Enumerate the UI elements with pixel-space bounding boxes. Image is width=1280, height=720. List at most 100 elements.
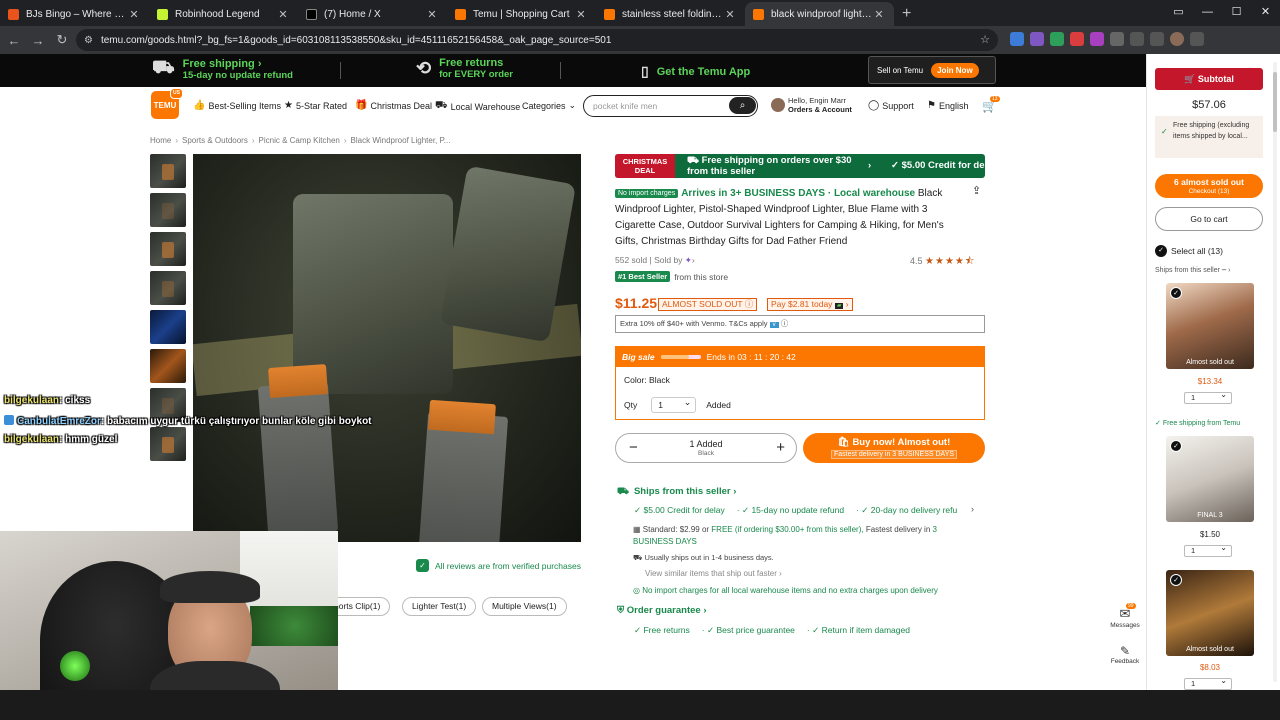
ships-from-seller-row[interactable]: Ships from this seller ━ › — [1155, 266, 1230, 274]
item-checkbox[interactable]: ✓ — [1170, 574, 1182, 586]
extension-icon[interactable] — [1110, 32, 1124, 46]
new-tab-icon[interactable]: + — [894, 2, 919, 26]
extension-icon[interactable] — [1090, 32, 1104, 46]
extension-icon[interactable] — [1070, 32, 1084, 46]
product-main-image[interactable] — [193, 154, 581, 542]
chat-username: bilgekulaan — [4, 434, 60, 445]
promo-free-returns[interactable]: ⟲ Free returns for EVERY order — [416, 57, 513, 80]
big-sale-header: Big sale Ends in 03 : 11 : 20 : 42 — [616, 347, 984, 367]
thumbnail-image[interactable] — [150, 232, 186, 266]
close-tab-icon[interactable]: ✕ — [872, 8, 886, 21]
review-filter-chip[interactable]: Lighter Test(1) — [402, 597, 477, 616]
forward-icon[interactable]: → — [26, 33, 50, 48]
back-icon[interactable]: ← — [2, 33, 26, 48]
search-button[interactable]: ⌕ — [729, 97, 756, 114]
thumbnail-image[interactable] — [150, 349, 186, 383]
close-tab-icon[interactable]: ✕ — [425, 8, 439, 21]
browser-tab-active[interactable]: black windproof lighter, pistol-✕ — [745, 2, 894, 26]
christmas-deal-banner[interactable]: CHRISTMAS DEAL ⛟ Free shipping on orders… — [615, 154, 985, 178]
nav-christmas-deal[interactable]: 🎁 Christmas Deal — [355, 100, 432, 111]
site-info-icon[interactable]: ⚙ — [84, 35, 93, 46]
messages-button[interactable]: ✉ 99 Messages — [1110, 603, 1140, 629]
extension-icon[interactable] — [1050, 32, 1064, 46]
chevron-right-icon[interactable]: › — [971, 504, 974, 514]
join-now-button[interactable]: Join Now — [931, 62, 979, 78]
thumbnail-image[interactable] — [150, 193, 186, 227]
almost-sold-out-badge: ALMOST SOLD OUT ⓘ — [658, 298, 758, 311]
sell-on-temu-banner[interactable]: Sell on Temu Join Now — [868, 56, 996, 84]
extension-icon[interactable] — [1010, 32, 1024, 46]
cart-item-qty-select[interactable]: 1 — [1184, 676, 1232, 690]
pay-today-badge[interactable]: Pay $2.81 today ▰ › — [767, 298, 853, 311]
close-tab-icon[interactable]: ✕ — [127, 8, 141, 21]
bookmark-star-icon[interactable]: ☆ — [980, 33, 990, 46]
close-window-icon[interactable]: ✕ — [1251, 0, 1280, 26]
cart-item-qty-select[interactable]: 1 — [1184, 390, 1232, 404]
increase-quantity-button[interactable]: + — [776, 439, 785, 456]
minimize-icon[interactable]: — — [1193, 0, 1222, 26]
checkout-button[interactable]: 6 almost sold out Checkout (13) — [1155, 174, 1263, 198]
ships-from-seller[interactable]: ⛟ Ships from this seller › — [617, 486, 736, 498]
orders-account-label: Orders & Account — [788, 105, 852, 114]
cart-item-image[interactable]: ✓ FINAL 3 — [1166, 436, 1254, 522]
extensions-puzzle-icon[interactable] — [1130, 32, 1144, 46]
browser-tab[interactable]: BJs Bingo – Where the Locals W✕ — [0, 2, 149, 26]
feedback-button[interactable]: ✎ Feedback — [1110, 644, 1140, 665]
go-to-cart-button[interactable]: Go to cart — [1155, 207, 1263, 231]
promo-free-shipping[interactable]: ⛟ Free shipping › 15-day no update refund — [152, 57, 293, 81]
breadcrumb-home[interactable]: Home — [150, 136, 171, 145]
item-checkbox[interactable]: ✓ — [1170, 287, 1182, 299]
venmo-offer[interactable]: Extra 10% off $40+ with Venmo. T&Cs appl… — [615, 315, 985, 333]
order-guarantee[interactable]: ⛨ Order guarantee › — [617, 605, 707, 616]
sidebar-scrollbar[interactable] — [1273, 62, 1277, 682]
item-checkbox[interactable]: ✓ — [1170, 440, 1182, 452]
maximize-icon[interactable]: ☐ — [1222, 0, 1251, 26]
address-bar[interactable]: ⚙ temu.com/goods.html?_bg_fs=1&goods_id=… — [76, 29, 998, 51]
cart-item-qty-select[interactable]: 1 — [1184, 543, 1232, 557]
close-tab-icon[interactable]: ✕ — [574, 8, 588, 21]
nav-categories[interactable]: Categories ⌄ — [522, 100, 576, 111]
browser-tab[interactable]: stainless steel folding wrap mu✕ — [596, 2, 745, 26]
cart-item-image[interactable]: ✓ Almost sold out — [1166, 283, 1254, 369]
thumbnail-image[interactable] — [150, 310, 186, 344]
breadcrumb-picnic[interactable]: Picnic & Camp Kitchen — [259, 136, 340, 145]
seller-logo-icon[interactable]: ✦ — [685, 255, 692, 265]
promo-get-app[interactable]: ▯ Get the Temu App — [641, 63, 750, 80]
info-icon[interactable]: ⓘ — [745, 299, 754, 309]
select-all-checkbox[interactable]: ✓ Select all (13) — [1155, 245, 1223, 257]
product-rating[interactable]: 4.5 ★★★★⯪ — [910, 254, 975, 271]
subtotal-button[interactable]: 🛒 Subtotal — [1155, 68, 1263, 90]
menu-icon[interactable] — [1190, 32, 1204, 46]
profile-icon[interactable]: ▭ — [1164, 0, 1193, 26]
profile-avatar-icon[interactable] — [1170, 32, 1184, 46]
temu-logo[interactable]: TEMU US — [151, 88, 183, 119]
cart-item-image[interactable]: ✓ Almost sold out — [1166, 570, 1254, 656]
search-input[interactable]: pocket knife men ⌕ — [583, 95, 758, 117]
share-icon[interactable]: ⇪ — [972, 184, 981, 197]
info-icon[interactable]: ⓘ — [781, 319, 789, 328]
nav-five-star[interactable]: ★ 5-Star Rated — [284, 100, 347, 111]
buy-now-button[interactable]: 🛍 Buy now! Almost out! Fastest delivery i… — [803, 433, 985, 463]
review-filter-chip[interactable]: Multiple Views(1) — [482, 597, 567, 616]
sidepanel-icon[interactable] — [1150, 32, 1164, 46]
close-tab-icon[interactable]: ✕ — [723, 8, 737, 21]
view-similar-link[interactable]: View similar items that ship out faster … — [645, 569, 782, 578]
nav-local-warehouse[interactable]: ⛟ Local Warehouse — [435, 100, 520, 113]
thumbnail-video[interactable] — [150, 154, 186, 188]
breadcrumb-sports[interactable]: Sports & Outdoors — [182, 136, 248, 145]
extension-icon[interactable] — [1030, 32, 1044, 46]
reload-icon[interactable]: ↻ — [50, 32, 74, 48]
perk-label: 15-day no update refund — [751, 505, 845, 515]
close-tab-icon[interactable]: ✕ — [276, 8, 290, 21]
big-sale-label: Big sale — [622, 352, 655, 362]
account-menu[interactable]: Hello, Engin Marr Orders & Account — [771, 96, 852, 114]
browser-tab[interactable]: Temu | Shopping Cart ✕ — [447, 2, 596, 26]
thumbnail-image[interactable] — [150, 427, 186, 461]
language-selector[interactable]: ⚑ English — [927, 100, 969, 111]
nav-best-selling[interactable]: 👍 Best-Selling Items — [193, 100, 281, 111]
browser-tab[interactable]: (7) Home / X ✕ — [298, 2, 447, 26]
browser-tab[interactable]: Robinhood Legend ✕ — [149, 2, 298, 26]
quantity-select[interactable]: 1 — [651, 395, 697, 413]
support-link[interactable]: ◯ Support — [868, 100, 914, 111]
thumbnail-image[interactable] — [150, 271, 186, 305]
